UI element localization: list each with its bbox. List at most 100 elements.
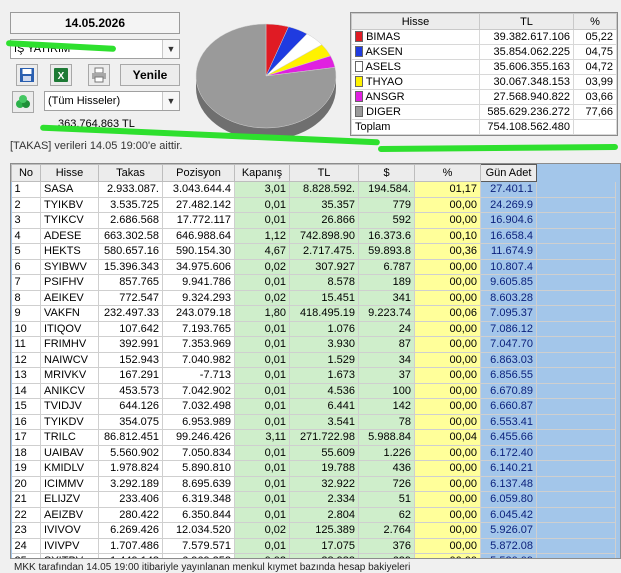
cell-usd: 37 <box>358 367 415 384</box>
date-display[interactable]: 14.05.2026 <box>10 12 180 34</box>
print-icon[interactable] <box>88 64 110 86</box>
summary-name: THYAO <box>351 74 480 90</box>
summary-row[interactable]: THYAO 30.067.348.153 03,99 <box>351 74 617 90</box>
cell-usd: 100 <box>358 383 415 399</box>
cell-no: 8 <box>11 290 41 306</box>
table-row[interactable]: 4 ADESE 663.302.58 646.988.64 1,12 742.898.90… <box>11 228 616 244</box>
cell-filler <box>536 507 616 523</box>
column-header-usd[interactable]: $ <box>358 164 415 182</box>
refresh-button[interactable]: Yenile <box>120 64 180 86</box>
summary-row[interactable]: ANSGR 27.568.940.822 03,66 <box>351 89 617 105</box>
table-row[interactable]: 13 MRIVKV 167.291 -7.713 0,01 1.673 37 00,00 6.8… <box>11 367 616 384</box>
cell-usd: 16.373.6 <box>358 228 415 244</box>
cell-pozisyon: 17.772.117 <box>162 212 235 229</box>
table-row[interactable]: 7 PSIFHV 857.765 9.941.786 0,01 8.578 189 00,00… <box>11 274 616 291</box>
cell-pct: 00,00 <box>414 336 481 353</box>
table-row[interactable]: 10 ITIQOV 107.642 7.193.765 0,01 1.076 24 00,00… <box>11 321 616 337</box>
cell-pct: 00,00 <box>414 553 481 558</box>
column-header-filler <box>536 164 616 182</box>
table-row[interactable]: 16 TYIKDV 354.075 6.953.989 0,01 3.541 78 00,00… <box>11 414 616 430</box>
cell-filler <box>536 259 616 275</box>
table-row[interactable]: 15 TVIDJV 644.126 7.032.498 0,01 6.441 142 00,0… <box>11 398 616 415</box>
cell-hisse: SYITBV <box>40 553 99 558</box>
cell-filler <box>536 491 616 508</box>
cell-kapanis: 1,12 <box>234 228 290 244</box>
cell-filler <box>536 538 616 554</box>
cell-hisse: AEIZBV <box>40 507 99 523</box>
cell-pct: 00,00 <box>414 212 481 229</box>
summary-header-tl[interactable]: TL <box>479 13 574 30</box>
summary-row[interactable]: Toplam 754.108.562.480 <box>351 119 617 135</box>
cell-gun-adet: 5.872.08 <box>480 538 537 554</box>
column-header-pozisyon[interactable]: Pozisyon <box>162 164 235 182</box>
cell-tl: 3.930 <box>289 336 359 353</box>
cell-tl: 3.541 <box>289 414 359 430</box>
summary-row[interactable]: BIMAS 39.382.617.106 05,22 <box>351 29 617 45</box>
cell-filler <box>536 398 616 415</box>
column-header-takas[interactable]: Takas <box>98 164 163 182</box>
column-header-hisse[interactable]: Hisse <box>40 164 99 182</box>
summary-tl: 39.382.617.106 <box>479 29 574 45</box>
cell-tl: 19.788 <box>289 460 359 477</box>
cell-usd: 436 <box>358 460 415 477</box>
table-row[interactable]: 5 HEKTS 580.657.16 590.154.30 4,67 2.717.475.… <box>11 243 616 260</box>
cell-pozisyon: 7.040.982 <box>162 352 235 368</box>
summary-row[interactable]: ASELS 35.606.355.163 04,72 <box>351 59 617 75</box>
cell-hisse: ADESE <box>40 228 99 244</box>
table-row[interactable]: 14 ANIKCV 453.573 7.042.902 0,01 4.536 100 00,0… <box>11 383 616 399</box>
cell-usd: 1.226 <box>358 445 415 461</box>
stocks-icon[interactable] <box>12 91 34 113</box>
chevron-down-icon[interactable]: ▼ <box>162 40 179 58</box>
summary-header-hisse[interactable]: Hisse <box>351 13 480 30</box>
cell-no: 25 <box>11 553 41 558</box>
table-row[interactable]: 25SYITBV1.449.1486.969.2520,0228.9836390… <box>11 553 616 558</box>
excel-icon[interactable]: X <box>50 64 72 86</box>
cell-kapanis: 0,01 <box>234 414 290 430</box>
table-row[interactable]: 17 TRILC 86.812.451 99.246.426 3,11 271.722.9… <box>11 429 616 446</box>
cell-kapanis: 0,01 <box>234 212 290 229</box>
summary-tl: 35.854.062.225 <box>479 44 574 60</box>
cell-no: 20 <box>11 476 41 492</box>
column-header-gun-adet[interactable]: Gün Adet <box>480 164 537 182</box>
cell-pct: 00,00 <box>414 414 481 430</box>
table-row[interactable]: 2 TYIKBV 3.535.725 27.482.142 0,01 35.357 779 0… <box>11 197 616 213</box>
cell-kapanis: 1,80 <box>234 305 290 322</box>
save-icon[interactable] <box>16 64 38 86</box>
cell-pct: 00,00 <box>414 352 481 368</box>
table-row[interactable]: 3 TYIKCV 2.686.568 17.772.117 0,01 26.866 592 0… <box>11 212 616 229</box>
summary-header-pct[interactable]: % <box>573 13 617 30</box>
summary-tl: 30.067.348.153 <box>479 74 574 90</box>
chevron-down-icon[interactable]: ▼ <box>162 92 179 110</box>
table-row[interactable]: 21 ELIJZV 233.406 6.319.348 0,01 2.334 51 00,00… <box>11 491 616 508</box>
table-row[interactable]: 8 AEIKEV 772.547 9.324.293 0,02 15.451 341 00,0… <box>11 290 616 306</box>
summary-tl: 585.629.236.272 <box>479 104 574 120</box>
cell-no: 16 <box>11 414 41 430</box>
cell-takas: 580.657.16 <box>98 243 163 260</box>
table-row[interactable]: 22 AEIZBV 280.422 6.350.844 0,01 2.804 62 00,00… <box>11 507 616 523</box>
table-row[interactable]: 24 IVIVPV 1.707.486 7.579.571 0,01 17.075 376 0… <box>11 538 616 554</box>
table-row[interactable]: 19 KMIDLV 1.978.824 5.890.810 0,01 19.788 436 0… <box>11 460 616 477</box>
stock-filter-select[interactable]: (Tüm Hisseler) ▼ <box>44 91 180 111</box>
column-header-kapanis[interactable]: Kapanış <box>234 164 290 182</box>
table-row[interactable]: 12 NAIWCV 152.943 7.040.982 0,01 1.529 34 00,00… <box>11 352 616 368</box>
column-header-tl[interactable]: TL <box>289 164 359 182</box>
table-row[interactable]: 9 VAKFN 232.497.33 243.079.18 1,80 418.495.19… <box>11 305 616 322</box>
cell-usd: 9.223.74 <box>358 305 415 322</box>
table-row[interactable]: 18 UAIBAV 5.560.902 7.050.834 0,01 55.609 1.22… <box>11 445 616 461</box>
summary-row[interactable]: AKSEN 35.854.062.225 04,75 <box>351 44 617 60</box>
cell-pct: 00,00 <box>414 522 481 539</box>
column-header-no[interactable]: No <box>11 164 41 182</box>
cell-kapanis: 0,01 <box>234 445 290 461</box>
summary-row[interactable]: DIGER 585.629.236.272 77,66 <box>351 104 617 120</box>
table-row[interactable]: 11 FRIMHV 392.991 7.353.969 0,01 3.930 87 00,00… <box>11 336 616 353</box>
table-row[interactable]: 20 ICIMMV 3.292.189 8.695.639 0,01 32.922 726 0… <box>11 476 616 492</box>
table-row[interactable]: 23 IVIVOV 6.269.426 12.034.520 0,02 125.389 2.… <box>11 522 616 539</box>
cell-tl: 8.578 <box>289 274 359 291</box>
cell-pozisyon: 6.319.348 <box>162 491 235 508</box>
cell-hisse: AEIKEV <box>40 290 99 306</box>
column-header-pct[interactable]: % <box>414 164 481 182</box>
cell-takas: 233.406 <box>98 491 163 508</box>
cell-tl: 55.609 <box>289 445 359 461</box>
table-row[interactable]: 1 SASA 2.933.087. 3.043.644.4 3,01 8.828.592.… <box>11 181 616 198</box>
table-row[interactable]: 6 SYIBWV 15.396.343 34.975.606 0,02 307.927 6.… <box>11 259 616 275</box>
